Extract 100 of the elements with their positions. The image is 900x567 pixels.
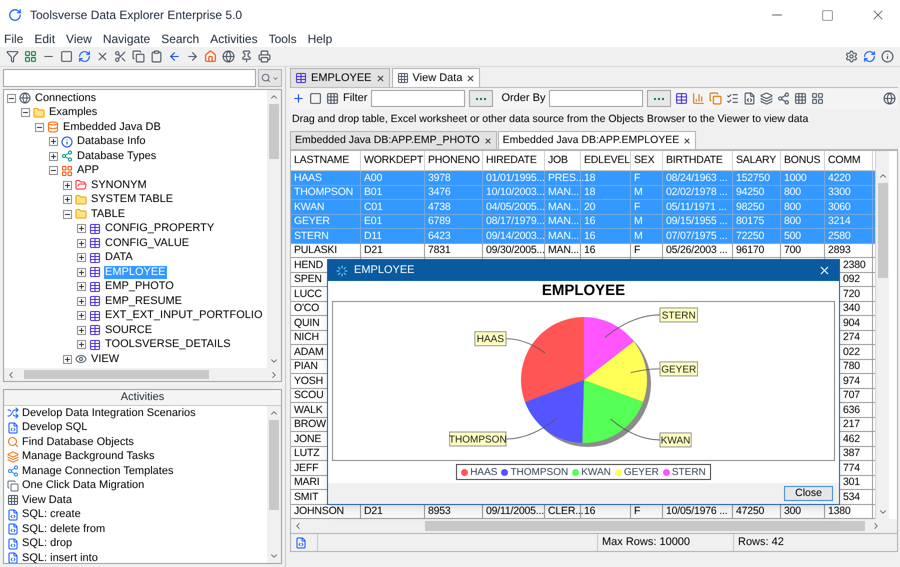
- table-row[interactable]: PULASKI D21 7831 09/30/2005... MAN... 16 F 05/26/2003 ... 96170 700 2893: [291, 244, 875, 258]
- maximize-icon[interactable]: [821, 8, 834, 22]
- expand-toggle[interactable]: [49, 152, 58, 161]
- tree-item[interactable]: CONFIG_VALUE: [104, 236, 190, 250]
- expand-toggle[interactable]: [77, 253, 86, 262]
- table-row[interactable]: JOHNSON D21 8953 09/11/2005... CLER...16 F 10/05/1976 ... 47250 300 1380: [291, 504, 875, 519]
- tree-item[interactable]: SYNONYM: [90, 178, 148, 192]
- scrollbar[interactable]: [291, 519, 897, 533]
- home-icon[interactable]: [204, 50, 217, 63]
- refresh-icon[interactable]: [78, 50, 91, 63]
- expand-toggle[interactable]: [77, 311, 86, 320]
- editor-tab[interactable]: View Data: [392, 68, 480, 87]
- column-header[interactable]: COMM: [825, 151, 873, 170]
- column-header[interactable]: WORKDEPT: [361, 151, 425, 170]
- column-header[interactable]: SALARY: [733, 151, 781, 170]
- expand-toggle[interactable]: [63, 180, 72, 190]
- table-icon[interactable]: [675, 92, 688, 105]
- copy-icon[interactable]: [709, 92, 722, 105]
- close-icon[interactable]: [96, 50, 109, 63]
- menu-item[interactable]: Activities: [210, 30, 258, 48]
- menu-item[interactable]: Search: [161, 30, 200, 48]
- grid-icon[interactable]: [326, 92, 339, 105]
- layout-icon[interactable]: [811, 92, 824, 105]
- close-icon[interactable]: [683, 136, 692, 144]
- tree-item[interactable]: SOURCE: [104, 324, 154, 337]
- editor-tab[interactable]: EMPLOYEE: [290, 68, 390, 87]
- column-header[interactable]: EDLEVEL: [581, 151, 631, 170]
- expand-toggle[interactable]: [49, 137, 58, 146]
- collapse-toggle[interactable]: [7, 94, 16, 103]
- search-icon[interactable]: [261, 73, 271, 83]
- paste-icon[interactable]: [150, 50, 163, 63]
- close-button[interactable]: Close: [784, 486, 833, 501]
- tree-item[interactable]: CONFIG_PROPERTY: [104, 222, 216, 236]
- menu-item[interactable]: Help: [308, 30, 332, 48]
- layers-icon[interactable]: [760, 92, 774, 105]
- activity-item[interactable]: Find Database Objects: [22, 436, 134, 449]
- scroll-thumb[interactable]: [24, 370, 209, 379]
- filter-field[interactable]: [371, 90, 466, 107]
- scroll-thumb[interactable]: [425, 521, 865, 531]
- expand-toggle[interactable]: [77, 282, 86, 292]
- activity-item[interactable]: SQL: delete from: [22, 522, 106, 536]
- menu-item[interactable]: View: [66, 30, 92, 48]
- tree-item[interactable]: APP: [76, 164, 100, 178]
- data-tab[interactable]: Embedded Java DB:APP.EMP_PHOTO: [290, 131, 497, 149]
- tree-item[interactable]: VIEW: [90, 352, 120, 366]
- activity-item[interactable]: Manage Background Tasks: [22, 450, 154, 464]
- menu-item[interactable]: Tools: [268, 30, 297, 48]
- menu-item[interactable]: Navigate: [102, 30, 150, 48]
- tree-item[interactable]: Examples: [48, 106, 98, 120]
- collapse-toggle[interactable]: [49, 166, 58, 176]
- expand-toggle[interactable]: [77, 224, 86, 234]
- activity-item[interactable]: SQL: insert into: [22, 552, 98, 563]
- menu-item[interactable]: File: [4, 30, 24, 48]
- back-icon[interactable]: [168, 50, 181, 63]
- column-header[interactable]: JOB: [545, 151, 581, 170]
- tree-item[interactable]: EMP_PHOTO: [104, 280, 175, 294]
- expand-toggle[interactable]: [77, 238, 86, 248]
- cut-icon[interactable]: [114, 50, 127, 63]
- column-header[interactable]: HIREDATE: [483, 151, 545, 170]
- activity-item[interactable]: SQL: create: [22, 508, 81, 522]
- tree-item[interactable]: SYSTEM TABLE: [90, 193, 174, 206]
- scrollbar[interactable]: [4, 368, 281, 381]
- data-tab[interactable]: Embedded Java DB:APP.EMPLOYEE: [498, 131, 696, 149]
- globe-icon[interactable]: [222, 50, 235, 63]
- filter-icon[interactable]: [6, 50, 19, 63]
- tree-item[interactable]: TOOLSVERSE_DETAILS: [104, 338, 232, 352]
- tree-item[interactable]: DATA: [104, 251, 134, 264]
- collapse-toggle[interactable]: [35, 122, 44, 132]
- refresh-icon[interactable]: [863, 50, 876, 63]
- expand-toggle[interactable]: [77, 340, 86, 350]
- close-icon[interactable]: [466, 74, 476, 82]
- pin-icon[interactable]: [240, 50, 253, 63]
- nodes-icon[interactable]: [777, 92, 790, 105]
- expand-toggle[interactable]: [77, 296, 86, 306]
- order-by-field[interactable]: [549, 90, 644, 107]
- expand-toggle[interactable]: [77, 268, 86, 277]
- column-header[interactable]: BIRTHDATE: [663, 151, 733, 170]
- column-header[interactable]: LASTNAME: [291, 151, 361, 170]
- scroll-thumb[interactable]: [269, 420, 279, 510]
- printer-icon[interactable]: [258, 50, 271, 63]
- column-header[interactable]: SEX: [631, 151, 663, 170]
- more-button[interactable]: [647, 90, 672, 107]
- settings-icon[interactable]: [845, 50, 858, 63]
- scrollbar[interactable]: [267, 406, 281, 563]
- scrollbar[interactable]: [267, 90, 281, 368]
- menu-item[interactable]: Edit: [34, 30, 56, 48]
- file-icon[interactable]: [743, 92, 756, 105]
- tree-item[interactable]: EMP_RESUME: [104, 294, 184, 308]
- column-header[interactable]: BONUS: [781, 151, 825, 170]
- forward-icon[interactable]: [186, 50, 199, 63]
- activity-item[interactable]: One Click Data Migration: [22, 479, 144, 492]
- scrollbar[interactable]: [875, 151, 889, 519]
- square-icon[interactable]: [309, 92, 322, 105]
- expand-toggle[interactable]: [63, 354, 72, 364]
- tree-item[interactable]: Connections: [34, 92, 98, 105]
- search-button[interactable]: [258, 69, 282, 87]
- expand-toggle[interactable]: [63, 195, 72, 204]
- more-button[interactable]: [469, 90, 494, 107]
- activity-item[interactable]: Manage Connection Templates: [22, 464, 174, 478]
- activity-item[interactable]: SQL: drop: [22, 537, 72, 550]
